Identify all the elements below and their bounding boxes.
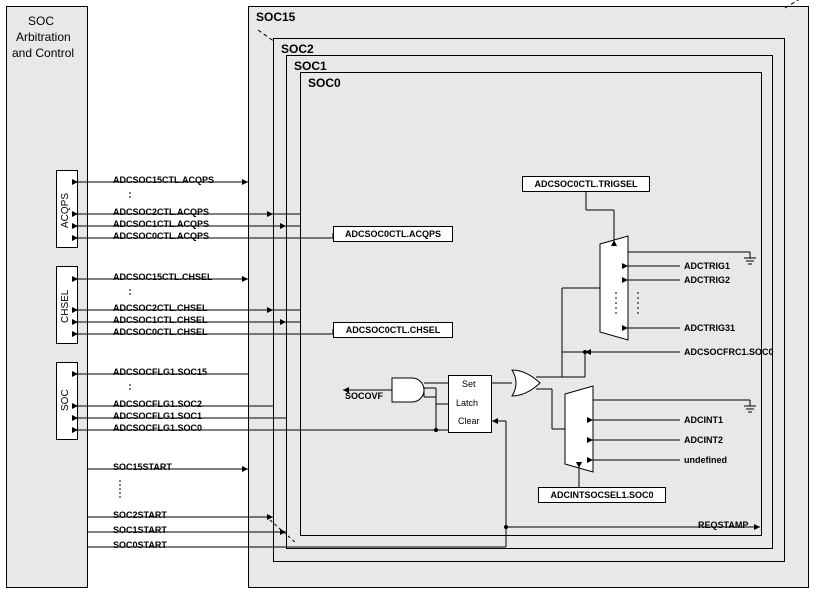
connections-svg (0, 0, 816, 594)
